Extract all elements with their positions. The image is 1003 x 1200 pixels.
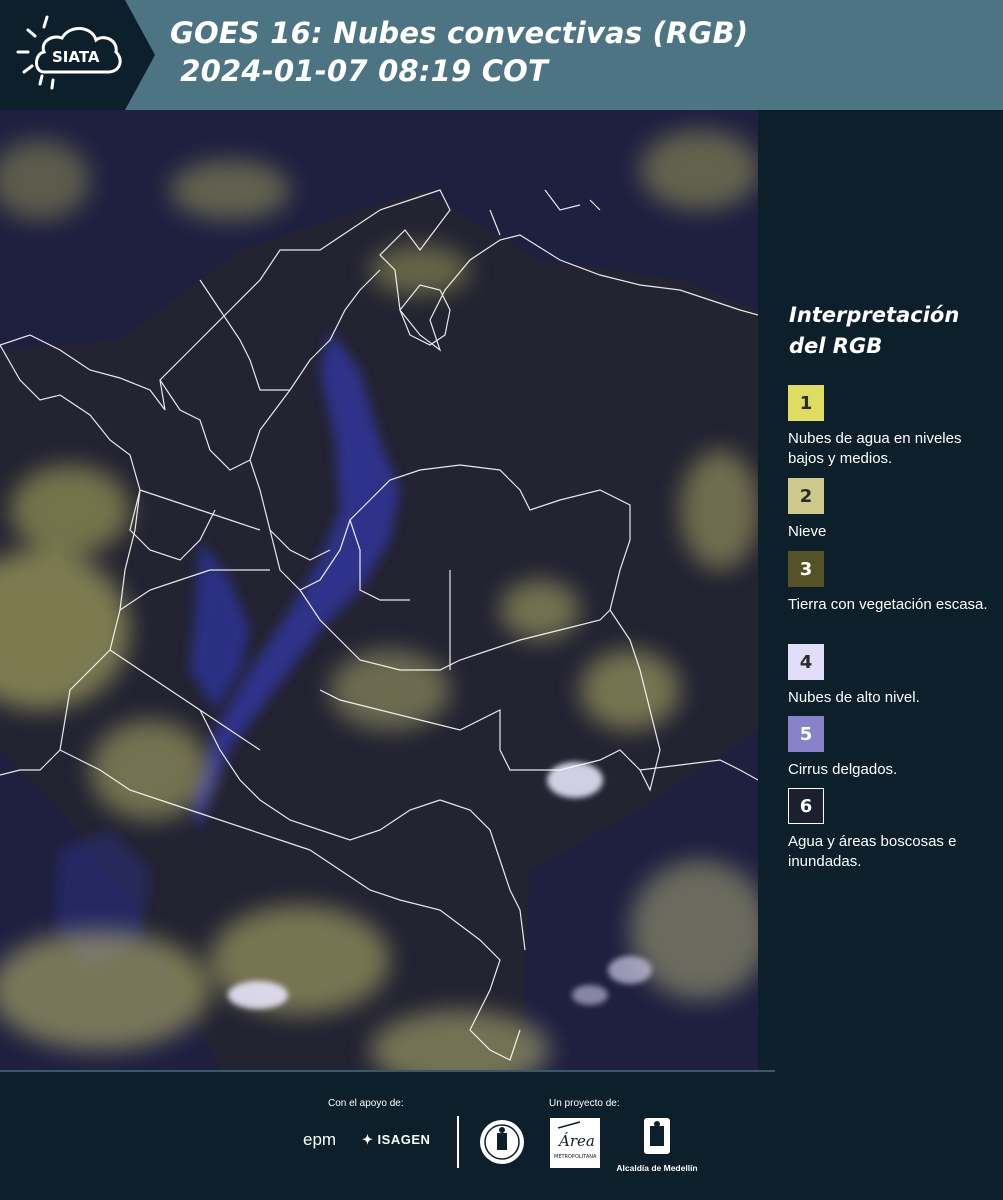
project-label: Un proyecto de:	[549, 1098, 620, 1109]
area-logo-subtext: METROPOLITANA	[554, 1154, 597, 1160]
legend-label-3: Tierra con vegetación escasa.	[788, 596, 988, 613]
legend-item-4: 4 Nubes de alto nivel.	[788, 644, 988, 708]
map-image	[0, 110, 758, 1070]
footer: Con el apoyo de: Un proyecto de: epm ✦ I…	[0, 1070, 1003, 1200]
alcaldia-logo: Alcaldía de Medellín	[612, 1116, 702, 1173]
legend-title-line-1: Interpretación	[789, 303, 960, 327]
page-title: GOES 16: Nubes convectivas (RGB) 2024-01…	[170, 14, 748, 90]
header-bar: SIATA GOES 16: Nubes convectivas (RGB) 2…	[0, 0, 1003, 110]
legend-swatch-5: 5	[788, 716, 824, 752]
legend-swatch-3: 3	[788, 551, 824, 587]
title-line-2: 2024-01-07 08:19 COT	[170, 54, 549, 88]
legend-label-1: Nubes de agua en niveles bajos y medios.	[788, 430, 962, 467]
title-line-1: GOES 16: Nubes convectivas (RGB)	[170, 16, 749, 50]
alcaldia-shield-icon	[644, 1118, 670, 1154]
legend-swatch-6: 6	[788, 788, 824, 824]
satellite-map	[0, 110, 758, 1070]
legend-label-5: Cirrus delgados.	[788, 761, 898, 778]
legend-item-6: 6 Agua y áreas boscosas e inundadas.	[788, 788, 988, 872]
legend-title-line-2: del RGB	[789, 334, 883, 358]
logo-text: SIATA	[52, 48, 100, 66]
area-metropolitana-logo: Área METROPOLITANA	[550, 1118, 600, 1173]
legend-item-2: 2 Nieve	[788, 478, 988, 542]
isagen-label: ISAGEN	[377, 1132, 431, 1147]
footer-divider	[0, 1070, 775, 1072]
legend-swatch-2: 2	[788, 478, 824, 514]
footer-separator	[457, 1116, 459, 1168]
siata-logo: SIATA	[0, 0, 160, 110]
epm-logo: epm	[303, 1130, 337, 1149]
legend-swatch-1: 1	[788, 385, 824, 421]
legend-title: Interpretación del RGB	[789, 300, 989, 362]
isagen-logo: ✦ ISAGEN	[362, 1132, 430, 1148]
legend-item-5: 5 Cirrus delgados.	[788, 716, 988, 780]
legend-item-1: 1 Nubes de agua en niveles bajos y medio…	[788, 385, 988, 469]
support-label: Con el apoyo de:	[328, 1098, 404, 1109]
legend-item-3: 3 Tierra con vegetación escasa.	[788, 551, 988, 615]
legend-swatch-4: 4	[788, 644, 824, 680]
isagen-icon: ✦	[362, 1132, 374, 1147]
legend-panel: Interpretación del RGB 1 Nubes de agua e…	[758, 110, 1003, 1070]
medellin-seal-logo	[478, 1118, 526, 1171]
legend-label-4: Nubes de alto nivel.	[788, 689, 920, 706]
legend-label-2: Nieve	[788, 523, 827, 540]
area-logo-text: Área	[557, 1132, 595, 1150]
legend-label-6: Agua y áreas boscosas e inundadas.	[788, 833, 957, 870]
alcaldia-label: Alcaldía de Medellín	[616, 1163, 698, 1173]
